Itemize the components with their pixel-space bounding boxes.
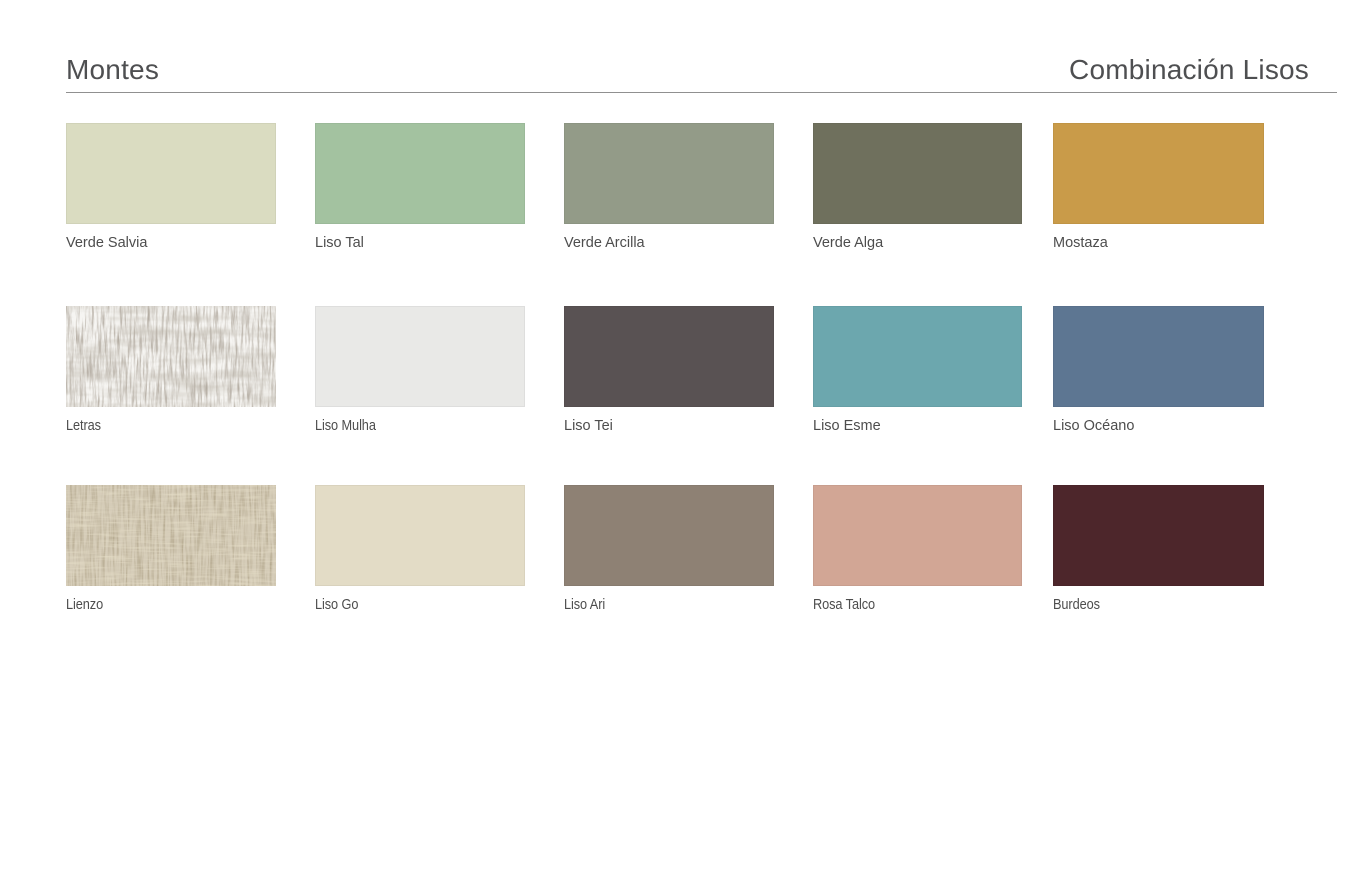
swatch-liso-tei[interactable] xyxy=(564,306,774,407)
swatch-liso-go[interactable] xyxy=(315,485,525,586)
swatch-verde-arcilla[interactable] xyxy=(564,123,774,224)
swatch-label-verde-alga: Verde Alga xyxy=(813,235,1022,252)
swatch-letras[interactable] xyxy=(66,306,276,407)
page-header: Montes Combinación Lisos xyxy=(66,50,1337,92)
swatch-burdeos[interactable] xyxy=(1053,485,1264,586)
swatch-liso-mulha[interactable] xyxy=(315,306,525,407)
swatch-cell: Liso Go xyxy=(315,485,525,614)
swatch-cell: Verde Alga xyxy=(813,123,1022,252)
swatch-cell: Liso Esme xyxy=(813,306,1022,435)
swatch-label-liso-ari: Liso Ari xyxy=(564,597,749,614)
header-divider xyxy=(66,92,1337,93)
swatch-label-rosa-talco: Rosa Talco xyxy=(813,597,997,614)
swatch-label-liso-go: Liso Go xyxy=(315,597,500,614)
swatch-cell: Mostaza xyxy=(1053,123,1264,252)
swatch-cell: Liso Mulha xyxy=(315,306,525,435)
swatch-cell: Letras xyxy=(66,306,276,435)
swatch-label-liso-oceano: Liso Océano xyxy=(1053,418,1264,435)
swatch-label-liso-esme: Liso Esme xyxy=(813,418,1022,435)
swatch-label-lienzo: Lienzo xyxy=(66,597,251,614)
swatch-label-liso-mulha: Liso Mulha xyxy=(315,418,500,435)
swatch-cell: Rosa Talco xyxy=(813,485,1022,614)
swatch-verde-alga[interactable] xyxy=(813,123,1022,224)
swatch-liso-ari[interactable] xyxy=(564,485,774,586)
swatch-liso-tal[interactable] xyxy=(315,123,525,224)
swatch-mostaza[interactable] xyxy=(1053,123,1264,224)
swatch-rosa-talco[interactable] xyxy=(813,485,1022,586)
swatch-label-burdeos: Burdeos xyxy=(1053,597,1239,614)
swatch-cell: Verde Salvia xyxy=(66,123,276,252)
swatch-label-liso-tal: Liso Tal xyxy=(315,235,525,252)
swatch-cell: Liso Tei xyxy=(564,306,774,435)
swatch-cell: Liso Océano xyxy=(1053,306,1264,435)
swatch-lienzo[interactable] xyxy=(66,485,276,586)
swatch-liso-esme[interactable] xyxy=(813,306,1022,407)
swatch-cell: Verde Arcilla xyxy=(564,123,774,252)
swatch-cell: Liso Ari xyxy=(564,485,774,614)
swatch-verde-salvia[interactable] xyxy=(66,123,276,224)
swatch-label-mostaza: Mostaza xyxy=(1053,235,1264,252)
swatch-cell: Liso Tal xyxy=(315,123,525,252)
swatch-label-liso-tei: Liso Tei xyxy=(564,418,774,435)
swatch-grid: Verde Salvia Liso Tal Verde Arcilla Verd… xyxy=(66,123,1264,623)
swatch-label-letras: Letras xyxy=(66,418,251,435)
swatch-cell: Lienzo xyxy=(66,485,276,614)
swatch-label-verde-salvia: Verde Salvia xyxy=(66,235,276,252)
combination-title: Combinación Lisos xyxy=(1069,54,1309,86)
swatch-cell: Burdeos xyxy=(1053,485,1264,614)
collection-title: Montes xyxy=(66,54,159,86)
swatch-liso-oceano[interactable] xyxy=(1053,306,1264,407)
swatch-label-verde-arcilla: Verde Arcilla xyxy=(564,235,774,252)
